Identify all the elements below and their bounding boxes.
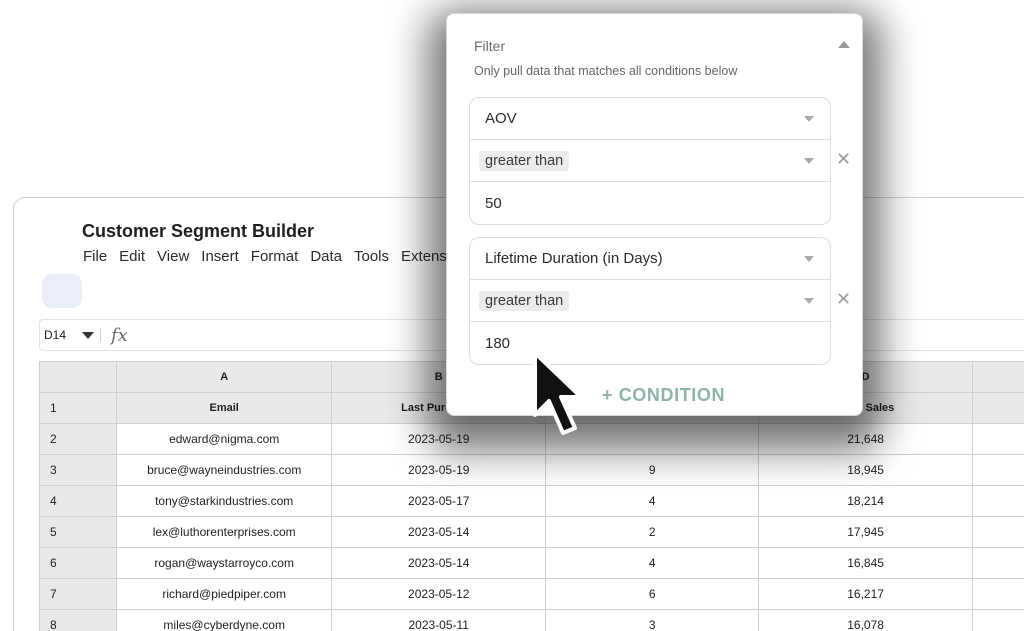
table-cell[interactable]: 4 [545,485,760,517]
condition-card: AOV greater than 50 [469,97,831,225]
field-select[interactable]: Lifetime Duration (in Days) [470,238,830,280]
table-cell[interactable]: 2023-05-14 [331,516,547,548]
caret-down-icon[interactable] [82,331,94,339]
caret-down-icon[interactable] [804,256,814,262]
operator-value: greater than [479,150,570,171]
condition-card: Lifetime Duration (in Days) greater than… [469,237,831,365]
table-row: 8 miles@cyberdyne.com 2023-05-11 3 16,07… [38,609,1024,631]
table-cell[interactable]: rogan@waystarroyco.com [116,547,333,579]
column-header-a[interactable]: A [116,361,333,393]
caret-down-icon[interactable] [804,298,814,304]
menu-bar: File Edit View Insert Format Data Tools … [83,248,486,265]
divider [100,328,101,342]
menu-file[interactable]: File [83,248,107,265]
table-cell[interactable] [971,609,1024,631]
table-cell[interactable]: 16,078 [758,609,973,631]
function-icon: fx [111,324,128,346]
row-number[interactable]: 2 [38,423,118,455]
table-cell[interactable] [971,547,1024,579]
table-cell[interactable] [971,578,1024,610]
table-row: 5 lex@luthorenterprises.com 2023-05-14 2… [38,516,1024,548]
table-cell[interactable]: tony@starkindustries.com [116,485,333,517]
table-cell[interactable] [971,423,1024,455]
menu-format[interactable]: Format [251,248,299,265]
toolbar-button[interactable] [42,274,82,308]
menu-insert[interactable]: Insert [201,248,239,265]
cell-reference[interactable]: D14 [44,328,82,342]
table-cell[interactable] [971,516,1024,548]
table-cell[interactable]: 2023-05-19 [331,423,547,455]
field-select-value: AOV [485,110,517,127]
table-cell[interactable]: 2023-05-19 [331,454,547,486]
select-all-corner[interactable] [38,361,118,393]
row-number[interactable]: 5 [38,516,118,548]
menu-tools[interactable]: Tools [354,248,389,265]
header-cell[interactable] [971,392,1024,424]
column-header-e[interactable] [971,361,1024,393]
value-input[interactable]: 50 [470,182,830,224]
mouse-pointer-icon [533,351,583,435]
close-icon[interactable]: ✕ [836,291,851,309]
table-cell[interactable]: lex@luthorenterprises.com [116,516,333,548]
menu-view[interactable]: View [157,248,189,265]
table-cell[interactable]: 16,845 [758,547,973,579]
table-row: 4 tony@starkindustries.com 2023-05-17 4 … [38,485,1024,517]
table-cell[interactable]: 18,214 [758,485,973,517]
row-number[interactable]: 7 [38,578,118,610]
table-cell[interactable]: 2023-05-12 [331,578,547,610]
table-cell[interactable]: 16,217 [758,578,973,610]
row-number[interactable]: 8 [38,609,118,631]
value-input[interactable]: 180 [470,322,830,364]
table-cell[interactable]: 6 [545,578,760,610]
table-cell[interactable] [971,485,1024,517]
row-number[interactable]: 1 [38,392,118,424]
operator-select[interactable]: greater than [470,280,830,322]
table-cell[interactable] [971,454,1024,486]
field-select-value: Lifetime Duration (in Days) [485,250,663,267]
table-cell[interactable]: 18,945 [758,454,973,486]
table-cell[interactable]: 21,648 [758,423,973,455]
table-cell[interactable]: edward@nigma.com [116,423,333,455]
document-title[interactable]: Customer Segment Builder [82,221,314,242]
chevron-up-icon[interactable] [838,41,850,48]
caret-down-icon[interactable] [804,158,814,164]
filter-panel: Filter Only pull data that matches all c… [446,13,863,416]
row-number[interactable]: 6 [38,547,118,579]
operator-value: greater than [479,290,570,311]
table-row: 3 bruce@wayneindustries.com 2023-05-19 9… [38,454,1024,486]
table-cell[interactable]: 4 [545,547,760,579]
menu-edit[interactable]: Edit [119,248,145,265]
operator-select[interactable]: greater than [470,140,830,182]
row-number[interactable]: 3 [38,454,118,486]
table-cell[interactable]: bruce@wayneindustries.com [116,454,333,486]
row-number[interactable]: 4 [38,485,118,517]
caret-down-icon[interactable] [804,116,814,122]
close-icon[interactable]: ✕ [836,151,851,169]
add-condition-button[interactable]: + CONDITION [602,385,725,406]
table-cell[interactable]: 2023-05-11 [331,609,547,631]
filter-title: Filter [474,38,506,54]
table-cell[interactable]: 3 [545,609,760,631]
field-select[interactable]: AOV [470,98,830,140]
value-input-text: 50 [485,194,502,212]
table-row: 6 rogan@waystarroyco.com 2023-05-14 4 16… [38,547,1024,579]
menu-data[interactable]: Data [310,248,342,265]
table-row: 7 richard@piedpiper.com 2023-05-12 6 16,… [38,578,1024,610]
table-cell[interactable]: 9 [545,454,760,486]
table-cell[interactable]: 2 [545,516,760,548]
table-cell[interactable]: miles@cyberdyne.com [116,609,333,631]
table-cell[interactable]: richard@piedpiper.com [116,578,333,610]
table-cell[interactable]: 17,945 [758,516,973,548]
header-cell[interactable]: Email [116,392,333,424]
table-cell[interactable]: 2023-05-17 [331,485,547,517]
filter-description: Only pull data that matches all conditio… [474,64,738,78]
value-input-text: 180 [485,334,511,352]
table-cell[interactable]: 2023-05-14 [331,547,547,579]
